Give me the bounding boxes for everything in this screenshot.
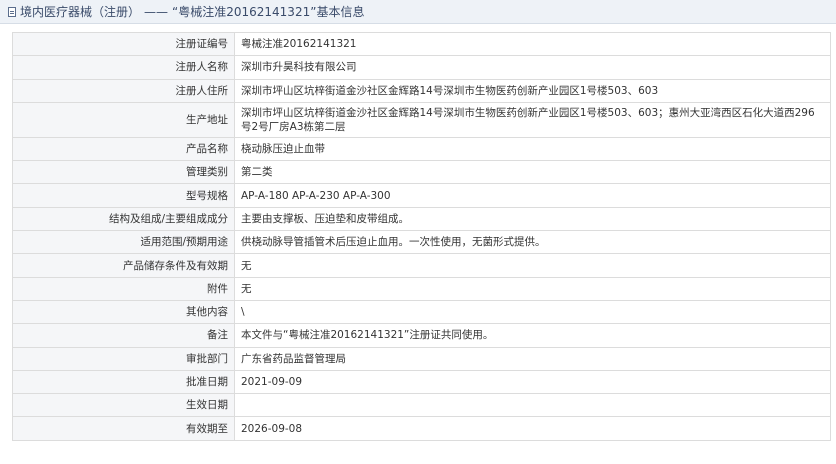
field-value xyxy=(234,393,831,418)
title-reg-no: “粤械注准20162141321” xyxy=(172,5,317,19)
field-label: 附件 xyxy=(12,276,235,301)
field-label: 生产地址 xyxy=(12,101,235,138)
field-value: 深圳市坪山区坑梓街道金沙社区金辉路14号深圳市生物医药创新产业园区1号楼503、… xyxy=(234,101,831,138)
field-label: 生效日期 xyxy=(12,393,235,418)
field-value: 本文件与“粤械注准20162141321”注册证共同使用。 xyxy=(234,323,831,348)
field-value: 2021-09-09 xyxy=(234,369,831,395)
table-row: 注册人住所 深圳市坪山区坑梓街道金沙社区金辉路14号深圳市生物医药创新产业园区1号… xyxy=(12,78,831,103)
field-label: 产品储存条件及有效期 xyxy=(12,253,235,278)
field-label: 注册证编号 xyxy=(12,31,235,57)
title-category: 境内医疗器械（注册） xyxy=(20,5,141,19)
table-row: 适用范围/预期用途 供桡动脉导管插管术后压迫止血用。一次性使用，无菌形式提供。 xyxy=(12,230,831,255)
field-value: 第二类 xyxy=(234,160,831,185)
table-row: 型号规格 AP-A-180 AP-A-230 AP-A-300 xyxy=(12,183,831,208)
table-row: 结构及组成/主要组成成分 主要由支撑板、压迫垫和皮带组成。 xyxy=(12,206,831,232)
table-row: 审批部门 广东省药品监督管理局 xyxy=(12,346,831,371)
field-value: 深圳市坪山区坑梓街道金沙社区金辉路14号深圳市生物医药创新产业园区1号楼503、… xyxy=(234,78,831,103)
document-icon xyxy=(8,6,16,17)
table-row: 批准日期 2021-09-09 xyxy=(12,369,831,395)
table-row: 附件无 xyxy=(12,276,831,301)
field-label: 管理类别 xyxy=(12,160,235,185)
field-label: 备注 xyxy=(12,323,235,348)
page-title-bar: 境内医疗器械（注册） —— “粤械注准20162141321” 基本信息 xyxy=(0,0,836,24)
table-row: 产品名称 桡动脉压迫止血带 xyxy=(12,136,831,162)
field-label: 审批部门 xyxy=(12,346,235,371)
field-value: 深圳市升昊科技有限公司 xyxy=(234,55,831,80)
field-value: \ xyxy=(234,299,831,325)
field-label: 注册人住所 xyxy=(12,78,235,103)
table-row: 生效日期 xyxy=(12,393,831,418)
table-row: 注册证编号 粤械注准20162141321 xyxy=(12,31,831,57)
field-label: 结构及组成/主要组成成分 xyxy=(12,206,235,232)
title-suffix: 基本信息 xyxy=(316,5,365,19)
field-value: 主要由支撑板、压迫垫和皮带组成。 xyxy=(234,206,831,232)
field-value: 2026-09-08 xyxy=(234,416,831,441)
field-label: 有效期至 xyxy=(12,416,235,441)
basic-info-table: 注册证编号 粤械注准20162141321 注册人名称 深圳市升昊科技有限公司 注册人住… xyxy=(12,31,831,441)
table-row: 管理类别 第二类 xyxy=(12,160,831,185)
field-label: 产品名称 xyxy=(12,136,235,162)
table-row: 注册人名称 深圳市升昊科技有限公司 xyxy=(12,55,831,80)
table-row: 产品储存条件及有效期无 xyxy=(12,253,831,278)
field-value: 广东省药品监督管理局 xyxy=(234,346,831,371)
field-label: 型号规格 xyxy=(12,183,235,208)
table-row: 其他内容 \ xyxy=(12,299,831,325)
field-value: AP-A-180 AP-A-230 AP-A-300 xyxy=(234,183,831,208)
field-value: 无 xyxy=(234,253,831,278)
table-row: 备注 本文件与“粤械注准20162141321”注册证共同使用。 xyxy=(12,323,831,348)
field-label: 批准日期 xyxy=(12,369,235,395)
table-row: 有效期至 2026-09-08 xyxy=(12,416,831,441)
field-label: 适用范围/预期用途 xyxy=(12,230,235,255)
field-value: 供桡动脉导管插管术后压迫止血用。一次性使用，无菌形式提供。 xyxy=(234,230,831,255)
title-dash: —— xyxy=(144,4,169,19)
field-label: 其他内容 xyxy=(12,299,235,325)
field-value: 粤械注准20162141321 xyxy=(234,31,831,57)
field-value: 无 xyxy=(234,276,831,301)
field-label: 注册人名称 xyxy=(12,55,235,80)
field-value: 桡动脉压迫止血带 xyxy=(234,136,831,162)
table-row: 生产地址 深圳市坪山区坑梓街道金沙社区金辉路14号深圳市生物医药创新产业园区1号楼… xyxy=(12,101,831,138)
